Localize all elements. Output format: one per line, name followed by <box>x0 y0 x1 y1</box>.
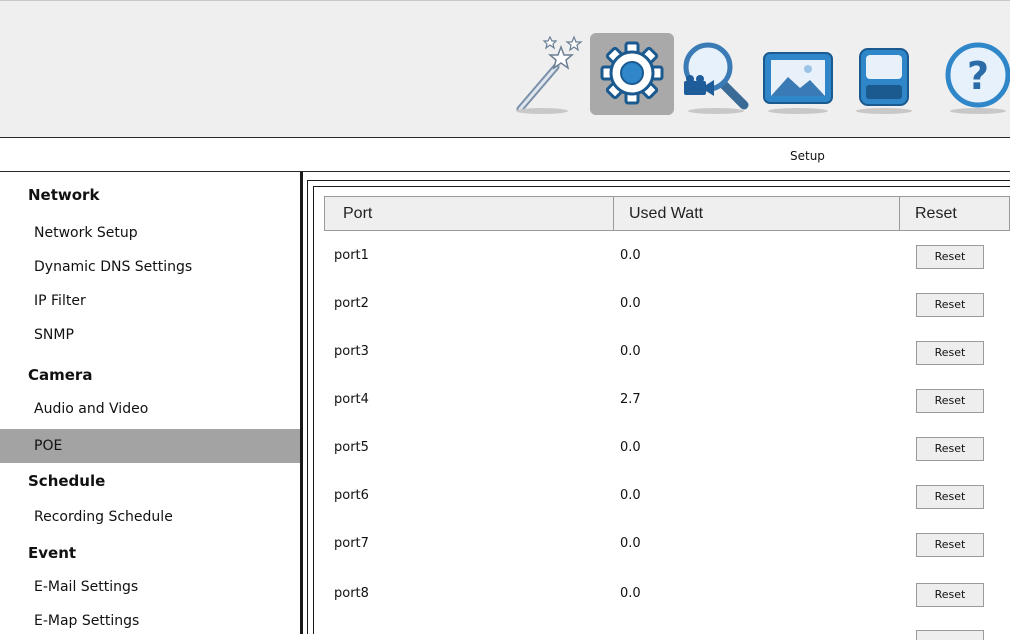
column-header-used-watt: Used Watt <box>629 205 704 222</box>
section-title: Setup <box>790 149 825 163</box>
used-watt-value: 0.0 <box>620 488 641 503</box>
used-watt-value: 2.7 <box>620 392 641 407</box>
content-frame-left <box>307 180 308 634</box>
port-name: port5 <box>334 440 369 455</box>
sidebar-item-emap-settings[interactable]: E-Map Settings <box>0 604 300 638</box>
playback-search-icon[interactable] <box>674 33 758 115</box>
sidebar-item-poe[interactable]: POE <box>0 429 300 463</box>
sidebar-item-dynamic-dns[interactable]: Dynamic DNS Settings <box>0 250 300 284</box>
system-monitor-icon[interactable] <box>842 33 926 115</box>
column-header-port: Port <box>343 205 373 222</box>
used-watt-value: 0.0 <box>620 440 641 455</box>
table-row: port6 0.0 Reset <box>324 472 1010 520</box>
help-icon[interactable]: ? <box>926 33 1010 115</box>
port-name: port8 <box>334 586 369 601</box>
reset-button[interactable]: Reset <box>916 293 984 317</box>
sidebar-heading-event: Event <box>28 544 77 562</box>
section-title-bar: Setup <box>0 138 1010 172</box>
port-name: port6 <box>334 488 369 503</box>
used-watt-value: 0.0 <box>620 344 641 359</box>
column-divider <box>899 197 909 230</box>
sidebar-item-network-setup[interactable]: Network Setup <box>0 216 300 250</box>
port-name: port4 <box>334 392 369 407</box>
reset-button[interactable]: Reset <box>916 245 984 269</box>
top-toolbar: ? <box>0 0 1010 138</box>
reset-button-partial[interactable] <box>916 630 984 640</box>
port-name: port3 <box>334 344 369 359</box>
sidebar-item-recording-schedule[interactable]: Recording Schedule <box>0 500 300 534</box>
sidebar-item-ip-filter[interactable]: IP Filter <box>0 284 300 318</box>
port-name: port1 <box>334 248 369 263</box>
column-header-reset: Reset <box>915 205 957 222</box>
column-divider <box>613 197 629 230</box>
table-row: port5 0.0 Reset <box>324 424 1010 472</box>
table-row: port1 0.0 Reset <box>324 232 1010 280</box>
reset-button[interactable]: Reset <box>916 533 984 557</box>
port-name: port7 <box>334 536 369 551</box>
setup-gear-icon[interactable] <box>590 33 674 115</box>
table-header: Port Used Watt Reset <box>324 196 1010 231</box>
used-watt-value: 0.0 <box>620 248 641 263</box>
table-row: port4 2.7 Reset <box>324 376 1010 424</box>
wizard-wand-icon[interactable] <box>506 33 590 115</box>
table-row: port7 0.0 Reset <box>324 520 1010 568</box>
sidebar: Network Network Setup Dynamic DNS Settin… <box>0 172 300 634</box>
reset-button[interactable]: Reset <box>916 485 984 509</box>
table-row: port2 0.0 Reset <box>324 280 1010 328</box>
port-name: port2 <box>334 296 369 311</box>
used-watt-value: 0.0 <box>620 586 641 601</box>
sidebar-item-snmp[interactable]: SNMP <box>0 318 300 352</box>
sidebar-heading-camera: Camera <box>28 366 93 384</box>
poe-table: Port Used Watt Reset port1 0.0 Reset por… <box>312 180 1010 640</box>
used-watt-value: 0.0 <box>620 296 641 311</box>
sidebar-heading-network: Network <box>28 186 100 204</box>
sidebar-heading-schedule: Schedule <box>28 472 106 490</box>
reset-button[interactable]: Reset <box>916 583 984 607</box>
table-row: port8 0.0 Reset <box>324 570 1010 618</box>
sidebar-divider <box>300 172 303 634</box>
sidebar-item-email-settings[interactable]: E-Mail Settings <box>0 570 300 604</box>
reset-button[interactable]: Reset <box>916 389 984 413</box>
sidebar-item-audio-video[interactable]: Audio and Video <box>0 392 300 426</box>
table-row: port3 0.0 Reset <box>324 328 1010 376</box>
emap-image-icon[interactable] <box>758 33 842 115</box>
reset-button[interactable]: Reset <box>916 437 984 461</box>
svg-text:?: ? <box>967 54 989 98</box>
reset-button[interactable]: Reset <box>916 341 984 365</box>
used-watt-value: 0.0 <box>620 536 641 551</box>
